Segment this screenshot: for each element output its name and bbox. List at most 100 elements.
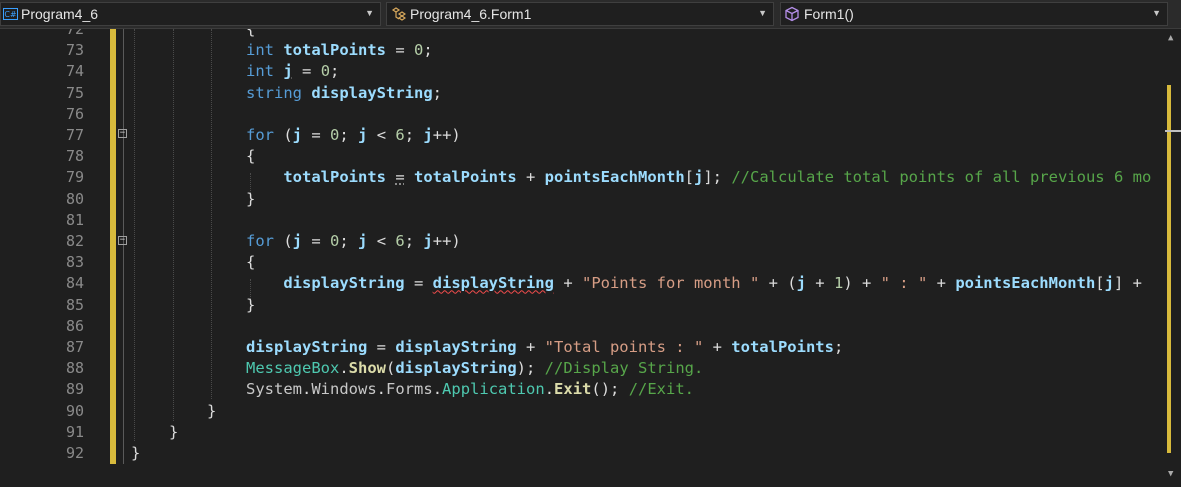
code-token: ; — [339, 126, 359, 144]
code-line[interactable]: 90} — [0, 401, 1165, 422]
code-token: //Display String. — [544, 359, 704, 378]
code-line[interactable]: 84 displayString = displayString + "Poin… — [0, 273, 1165, 294]
code-token: int — [246, 62, 274, 81]
code-token: 0 — [320, 62, 331, 81]
code-token: ++) — [432, 126, 461, 144]
line-number: 76 — [65, 104, 84, 123]
code-token: + — [553, 274, 582, 293]
code-token: ] + — [1113, 274, 1142, 293]
code-text: MessageBox.Show(displayString); //Displa… — [246, 358, 703, 379]
code-token: ( — [386, 359, 396, 378]
code-token: j — [358, 232, 368, 250]
code-text: { — [246, 146, 255, 167]
chevron-down-icon[interactable]: ▼ — [758, 8, 767, 18]
code-token: } — [207, 401, 217, 420]
code-line[interactable]: 73 int totalPoints = 0; — [0, 40, 1165, 61]
code-line[interactable]: 85} — [0, 295, 1165, 316]
csharp-project-icon: C# — [3, 8, 18, 20]
code-line[interactable]: 89 System.Windows.Forms.Application.Exit(… — [0, 379, 1165, 400]
code-line[interactable]: 76 — [0, 104, 1165, 125]
code-token: j — [1104, 274, 1114, 293]
code-line[interactable]: 79 totalPoints = totalPoints + pointsEac… — [0, 167, 1165, 188]
project-dropdown[interactable]: C# Program4_6 ▼ — [0, 2, 381, 26]
member-dropdown[interactable]: Form1() ▼ — [780, 2, 1168, 26]
line-number: 83 — [65, 253, 84, 272]
code-line[interactable]: 83 { — [0, 252, 1165, 273]
code-token: Forms — [386, 380, 433, 399]
chevron-down-icon[interactable]: ▼ — [365, 8, 374, 18]
code-token: Show — [348, 359, 386, 378]
code-text: { — [246, 252, 255, 273]
code-token: ( — [274, 126, 293, 144]
code-token: ; — [432, 83, 443, 102]
code-token: 1 — [833, 274, 844, 293]
code-token: + ( — [759, 274, 797, 293]
code-token: [ — [1095, 274, 1105, 293]
line-number: 87 — [65, 338, 84, 356]
scroll-down-icon[interactable]: ▼ — [1168, 469, 1173, 479]
code-line[interactable]: 91} — [0, 422, 1165, 443]
vertical-scrollbar[interactable]: ▲ ▼ — [1165, 29, 1181, 487]
code-text: displayString = displayString + "Points … — [246, 273, 1142, 294]
code-line[interactable]: 82 for (j = 0; j < 6; j++) — [0, 231, 1165, 252]
method-cube-icon — [785, 6, 799, 22]
code-line[interactable]: 75 string displayString; — [0, 83, 1165, 104]
code-line[interactable]: 81 — [0, 210, 1165, 231]
code-token: j — [292, 126, 303, 144]
code-token: ; — [339, 232, 359, 250]
code-token: = — [302, 126, 331, 144]
code-line[interactable]: 77 for (j = 0; j < 6; j++) — [0, 125, 1165, 146]
code-token: " : " — [880, 274, 928, 293]
code-token: . — [544, 380, 555, 399]
code-editor[interactable]: − − 72{73 int totalPoints = 0; 74 int j = 0… — [0, 29, 1165, 487]
line-number: 90 — [65, 401, 84, 420]
project-name: Program4_6 — [21, 6, 99, 22]
line-number: 78 — [65, 147, 84, 166]
code-text: System.Windows.Forms.Application.Exit();… — [246, 379, 694, 400]
code-token: displayString — [395, 338, 517, 356]
code-token: j — [283, 62, 293, 81]
code-token: + — [927, 274, 956, 293]
code-token: ); — [516, 359, 545, 378]
code-token: totalPoints — [414, 168, 517, 187]
line-number: 72 — [65, 29, 84, 38]
code-line[interactable]: 88 MessageBox.Show(displayString); //Disp… — [0, 358, 1165, 379]
code-token: 0 — [330, 126, 340, 144]
code-line[interactable]: 92} — [0, 443, 1165, 464]
code-token: totalPoints — [731, 338, 834, 356]
chevron-down-icon[interactable]: ▼ — [1152, 8, 1161, 18]
code-token: < — [367, 232, 396, 250]
code-token: } — [131, 444, 141, 462]
code-token: displayString — [395, 359, 517, 378]
code-line[interactable]: 78 { — [0, 146, 1165, 167]
code-token: = — [367, 338, 396, 356]
code-token: = — [292, 62, 321, 81]
code-token: } — [169, 422, 179, 441]
code-token: //Exit. — [628, 380, 695, 399]
code-token: } — [246, 295, 256, 314]
code-text: { — [246, 29, 255, 40]
code-line[interactable]: 72 { — [0, 29, 1165, 40]
scrollbar-thumb[interactable] — [1165, 130, 1181, 132]
code-line[interactable]: 74 int j = 0; — [0, 61, 1165, 82]
line-number: 85 — [65, 295, 84, 314]
code-token: displayString — [283, 274, 405, 293]
code-text: int j = 0; — [246, 61, 339, 82]
code-token: + — [703, 338, 732, 356]
code-token: 0 — [414, 41, 424, 60]
member-name: Form1() — [804, 6, 854, 22]
code-line[interactable]: 86 — [0, 316, 1165, 337]
scroll-up-icon[interactable]: ▲ — [1168, 33, 1173, 43]
code-token: pointsEachMonth — [955, 274, 1096, 293]
scrollbar-change-marker — [1167, 85, 1171, 453]
code-token: ( — [274, 232, 293, 250]
class-dropdown[interactable]: Program4_6.Form1 ▼ — [386, 2, 774, 26]
code-line[interactable]: 80} — [0, 189, 1165, 210]
line-number: 77 — [65, 126, 84, 144]
code-line[interactable]: 87 displayString = displayString + "Total… — [0, 337, 1165, 358]
code-token: = — [404, 274, 433, 293]
code-token: totalPoints — [283, 168, 386, 187]
code-token: + — [805, 274, 834, 293]
